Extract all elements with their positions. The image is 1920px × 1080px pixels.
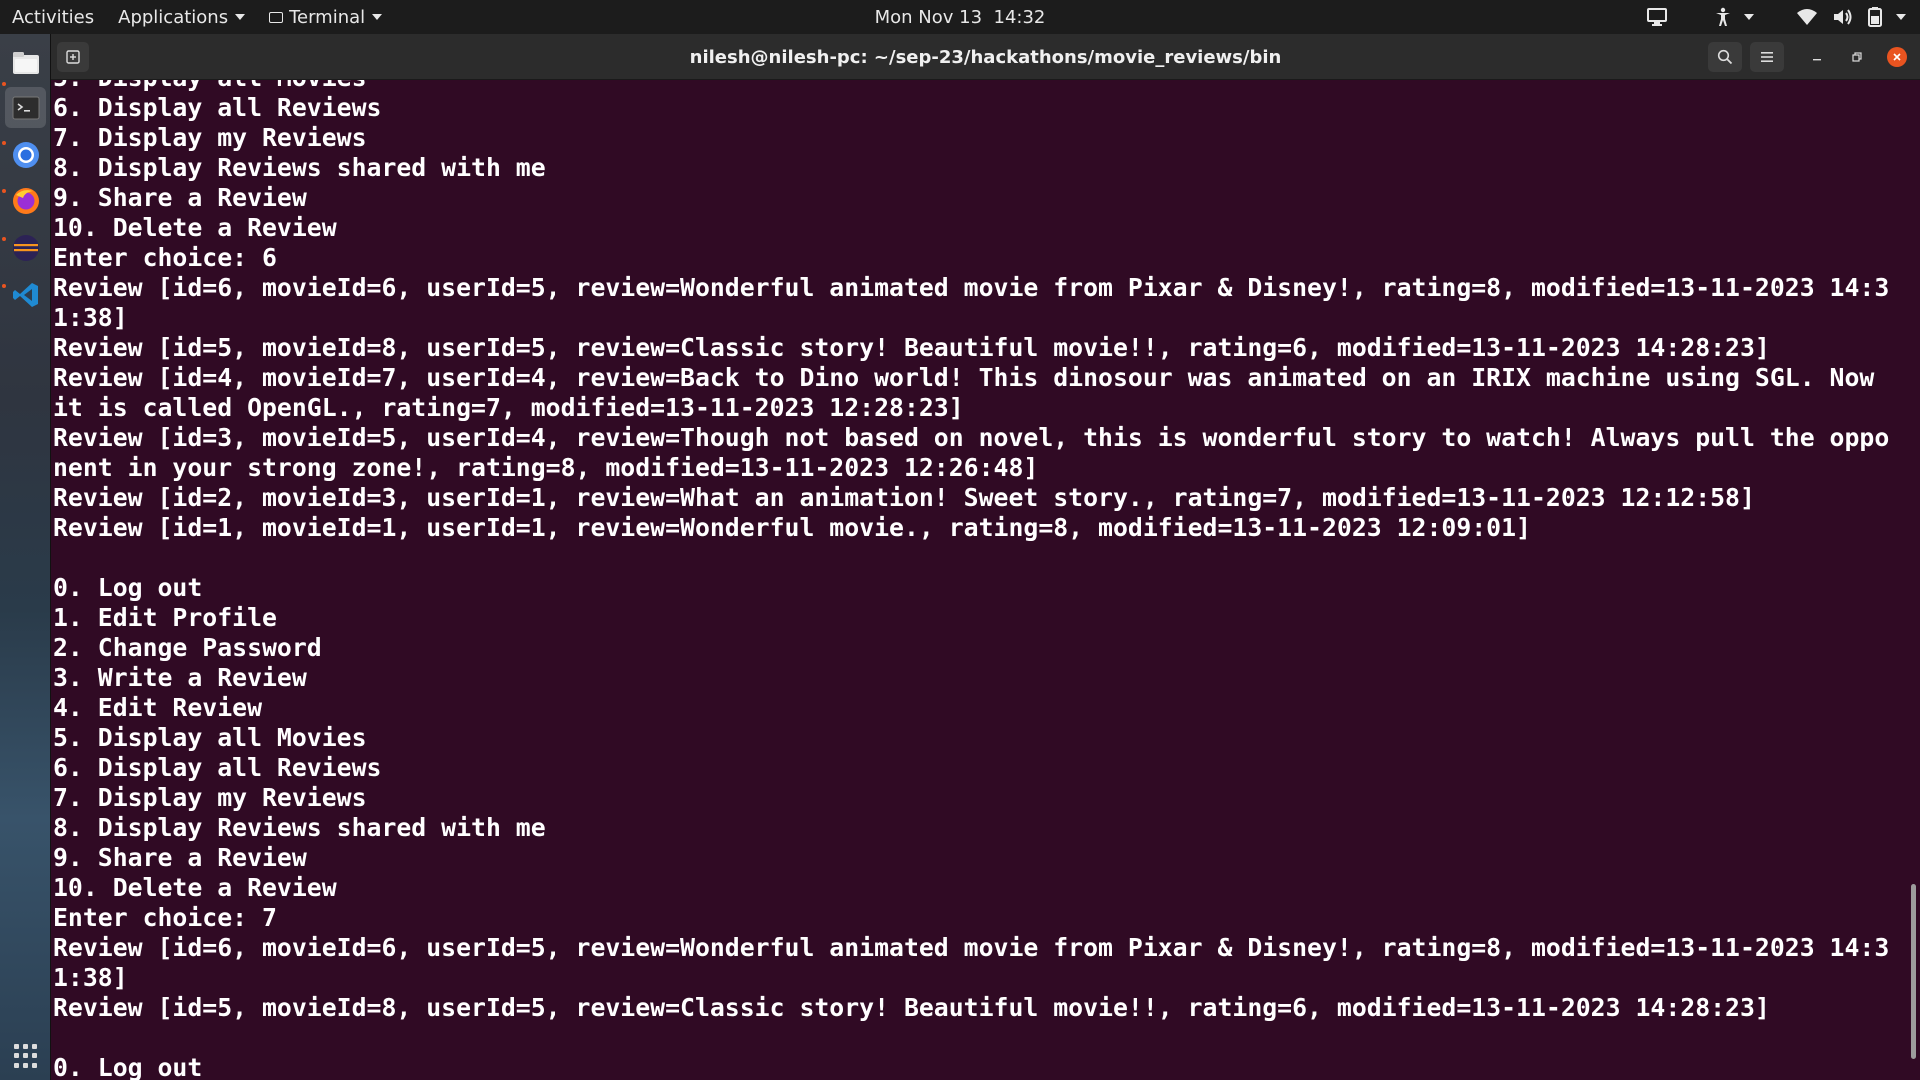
terminal-line: 10. Delete a Review	[53, 213, 337, 242]
terminal-line: 7. Display my Reviews	[53, 783, 367, 812]
terminal-line: 1. Edit Profile	[53, 603, 277, 632]
terminal-icon	[12, 96, 39, 119]
terminal-menu-label: Terminal	[289, 6, 366, 28]
top-bar: Activities Applications Terminal Mon Nov…	[0, 0, 1920, 34]
terminal-lines: 5. Display all Movies6. Display all Revi…	[53, 80, 1889, 1080]
terminal-line: 2. Change Password	[53, 633, 322, 662]
show-applications-icon[interactable]	[14, 1044, 38, 1068]
chevron-down-icon	[372, 14, 383, 20]
minimize-button[interactable]	[1807, 47, 1827, 67]
dock	[0, 34, 51, 1080]
hamburger-icon	[1761, 52, 1773, 62]
terminal-line: Review [id=6, movieId=6, userId=5, revie…	[53, 273, 1890, 302]
eclipse-icon	[12, 234, 39, 261]
restore-icon	[1852, 52, 1862, 62]
screen-icon[interactable]	[1646, 7, 1668, 27]
terminal-line: Review [id=5, movieId=8, userId=5, revie…	[53, 333, 1770, 362]
dock-app-files[interactable]	[5, 41, 46, 82]
terminal-line: 0. Log out	[53, 573, 203, 602]
volume-icon[interactable]	[1832, 8, 1854, 26]
terminal-line: 1:38]	[53, 303, 128, 332]
terminal-output[interactable]: 5. Display all Movies6. Display all Revi…	[53, 80, 1903, 1080]
terminal-line: Review [id=6, movieId=6, userId=5, revie…	[53, 933, 1890, 962]
minimize-icon	[1813, 59, 1821, 61]
system-menu-icon[interactable]	[1896, 14, 1906, 20]
terminal-line: 0. Log out	[53, 1053, 203, 1080]
search-button[interactable]	[1708, 42, 1742, 72]
hamburger-menu-button[interactable]	[1750, 42, 1784, 72]
window-title: nilesh@nilesh-pc: ~/sep-23/hackathons/mo…	[689, 46, 1282, 68]
terminal-small-icon	[269, 11, 284, 23]
running-indicator	[2, 82, 6, 86]
terminal-line: Review [id=1, movieId=1, userId=1, revie…	[53, 513, 1531, 542]
applications-menu[interactable]: Applications	[106, 0, 257, 34]
terminal-line: 9. Share a Review	[53, 843, 307, 872]
system-tray[interactable]	[1646, 0, 1906, 34]
terminal-line: Review [id=4, movieId=7, userId=4, revie…	[53, 363, 1875, 392]
terminal-line: 3. Write a Review	[53, 663, 307, 692]
terminal-line: 10. Delete a Review	[53, 873, 337, 902]
terminal-line: Review [id=5, movieId=8, userId=5, revie…	[53, 993, 1770, 1022]
dock-app-chromium[interactable]	[5, 134, 46, 175]
terminal-line: 4. Edit Review	[53, 693, 263, 722]
battery-icon[interactable]	[1868, 7, 1882, 27]
activities-label: Activities	[12, 6, 95, 28]
terminal-line: Review [id=3, movieId=5, userId=4, revie…	[53, 423, 1890, 452]
terminal-app-menu[interactable]: Terminal	[257, 0, 394, 34]
files-icon	[12, 51, 39, 74]
dock-app-eclipse[interactable]	[5, 227, 46, 268]
vscode-icon	[12, 282, 38, 307]
firefox-icon	[12, 187, 39, 214]
terminal-line: 8. Display Reviews shared with me	[53, 153, 546, 182]
terminal-line: 6. Display all Reviews	[53, 753, 382, 782]
terminal-line: Enter choice: 7	[53, 903, 277, 932]
clock-label: Mon Nov 13 14:32	[874, 6, 1046, 28]
terminal-line: 6. Display all Reviews	[53, 93, 382, 122]
terminal-line: nent in your strong zone!, rating=8, mod…	[53, 453, 1039, 482]
terminal-line: 9. Share a Review	[53, 183, 307, 212]
terminal-line: Review [id=2, movieId=3, userId=1, revie…	[53, 483, 1755, 512]
applications-label: Applications	[118, 6, 229, 28]
terminal-line: 7. Display my Reviews	[53, 123, 367, 152]
terminal-line: 5. Display all Movies	[53, 80, 1889, 93]
chevron-down-icon	[1744, 14, 1754, 20]
dock-app-firefox[interactable]	[5, 180, 46, 221]
accessibility-icon[interactable]	[1714, 7, 1732, 27]
terminal-window: nilesh@nilesh-pc: ~/sep-23/hackathons/mo…	[51, 34, 1920, 1080]
dock-app-terminal[interactable]	[5, 87, 46, 128]
terminal-line: 1:38]	[53, 963, 128, 992]
terminal-line: 5. Display all Movies	[53, 723, 367, 752]
dock-app-vscode[interactable]	[5, 274, 46, 315]
terminal-line: 8. Display Reviews shared with me	[53, 813, 546, 842]
maximize-button[interactable]	[1847, 47, 1867, 67]
close-button[interactable]	[1887, 47, 1907, 67]
terminal-line: it is called OpenGL., rating=7, modified…	[53, 393, 964, 422]
chromium-icon	[12, 141, 39, 168]
scrollbar[interactable]	[1911, 884, 1916, 1059]
terminal-line: Enter choice: 6	[53, 243, 277, 272]
clock[interactable]: Mon Nov 13 14:32	[875, 0, 1046, 34]
activities-button[interactable]: Activities	[0, 0, 106, 34]
title-bar[interactable]: nilesh@nilesh-pc: ~/sep-23/hackathons/mo…	[51, 34, 1920, 80]
wifi-icon[interactable]	[1796, 8, 1818, 26]
chevron-down-icon	[235, 14, 246, 20]
close-icon	[1893, 53, 1901, 61]
search-icon	[1717, 49, 1733, 65]
